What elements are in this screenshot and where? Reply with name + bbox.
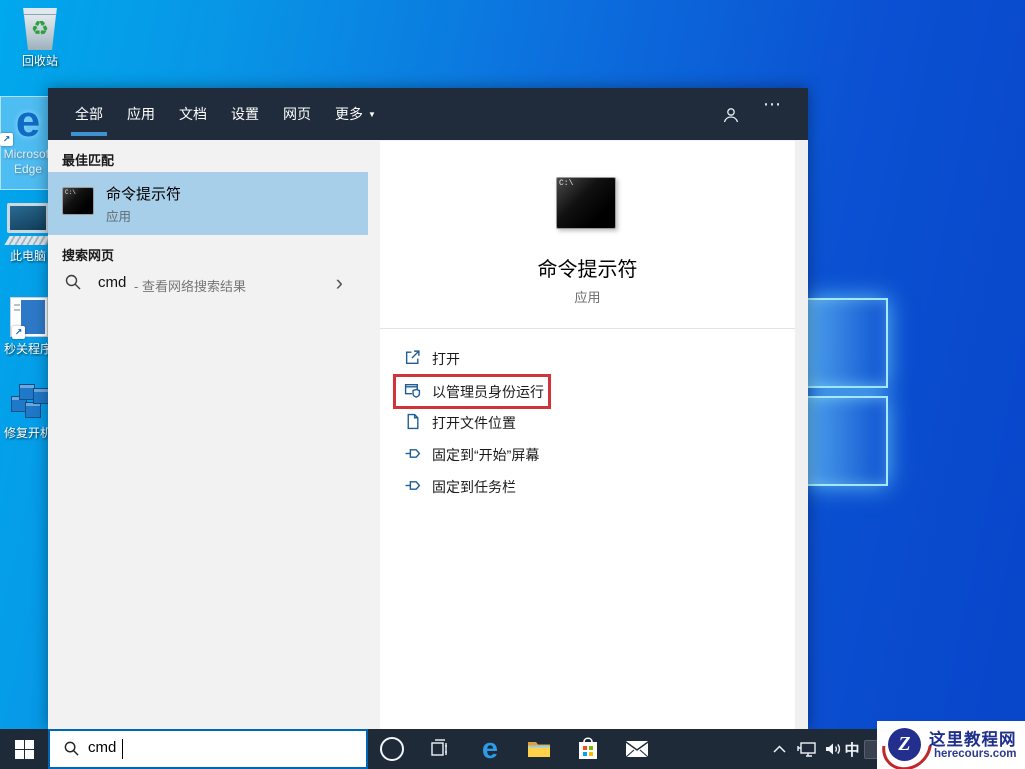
action-label: 打开文件位置 [432, 415, 516, 431]
search-icon [64, 741, 79, 756]
watermark-logo: Z [888, 728, 921, 761]
tab-label: 更多 [335, 106, 363, 122]
tab-label: 网页 [283, 106, 311, 122]
action-run-as-administrator[interactable]: 以管理员身份运行 [380, 376, 795, 406]
wallpaper-logo-pane [806, 396, 888, 486]
pc-keyboard [4, 236, 52, 245]
open-icon [405, 350, 420, 365]
cortana-button[interactable] [370, 729, 414, 769]
web-query-suffix: - 查看网络搜索结果 [134, 279, 246, 294]
cube [25, 402, 41, 418]
action-label: 打开 [432, 351, 460, 367]
result-detail-pane: C:\ 命令提示符 应用 打开 以管理员身份运行 打开文件位置 固定到“开始”屏… [380, 141, 795, 729]
action-label: 以管理员身份运行 [432, 384, 544, 400]
chevron-up-icon [772, 745, 786, 753]
desktop-icon-label: 回收站 [21, 54, 58, 68]
result-item-command-prompt[interactable]: C:\ 命令提示符 应用 [48, 172, 368, 235]
dropdown-arrow-icon: ▼ [368, 110, 376, 119]
web-query: cmd [98, 274, 127, 291]
tab-label: 全部 [75, 106, 103, 122]
web-search-item[interactable]: cmd - 查看网络搜索结果 › [48, 264, 373, 304]
action-label: 固定到任务栏 [432, 479, 516, 495]
shortcut-arrow-icon: ↗ [0, 133, 13, 146]
store-icon [579, 737, 597, 759]
tab-label: 应用 [127, 106, 155, 122]
this-pc-icon [4, 203, 52, 245]
tab-web[interactable]: 网页 [283, 88, 311, 140]
pin-icon [405, 481, 421, 490]
tray-ime-language[interactable]: 中 [840, 729, 864, 769]
cortana-icon [380, 737, 404, 761]
mail-button[interactable] [615, 729, 659, 769]
action-pin-to-start[interactable]: 固定到“开始”屏幕 [380, 439, 795, 469]
start-button[interactable] [0, 729, 48, 769]
cmd-icon: C:\ [62, 187, 94, 215]
task-view-icon [431, 739, 447, 756]
tab-label: 文档 [179, 106, 207, 122]
edge-taskbar-button[interactable]: e [468, 729, 512, 769]
network-icon [797, 741, 816, 757]
action-label: 固定到“开始”屏幕 [432, 447, 540, 463]
mail-icon [625, 741, 649, 758]
section-header-web-search: 搜索网页 [62, 248, 115, 263]
pc-screen [7, 203, 49, 233]
run-as-admin-icon [404, 383, 421, 398]
action-open-file-location[interactable]: 打开文件位置 [380, 407, 795, 437]
desktop-icon-recycle-bin[interactable]: ♻ 回收站 [10, 8, 70, 69]
text-cursor [122, 739, 123, 759]
tab-apps[interactable]: 应用 [127, 88, 155, 140]
active-tab-underline [71, 132, 107, 136]
tab-settings[interactable]: 设置 [231, 88, 259, 140]
watermark-domain: herecours.com [934, 748, 1017, 760]
tray-show-hidden-icons[interactable] [766, 729, 792, 769]
detail-title: 命令提示符 [537, 259, 638, 281]
tab-label: 设置 [231, 106, 259, 122]
windows-logo-icon [14, 739, 34, 759]
desktop: ♻ 回收站 e ↗ Microsoft Edge 此电脑 ↗ 秒关程序 修复开机… [0, 0, 1025, 769]
wallpaper-logo-pane [806, 298, 888, 388]
tab-documents[interactable]: 文档 [179, 88, 207, 140]
pin-icon [405, 449, 421, 458]
action-pin-to-taskbar[interactable]: 固定到任务栏 [380, 471, 795, 501]
wallpaper-windows-logo [806, 298, 892, 486]
app-window-line [14, 309, 20, 311]
cmd-icon-text: C:\ [559, 179, 574, 188]
shortcut-arrow-icon: ↗ [12, 326, 25, 339]
taskbar: cmd e 中 [0, 729, 1025, 769]
divider [380, 328, 795, 329]
app-window-line [14, 304, 20, 306]
section-header-best-match: 最佳匹配 [62, 153, 115, 168]
account-icon[interactable] [722, 106, 740, 124]
cmd-icon-large: C:\ [556, 177, 616, 229]
scrollbar-track[interactable] [794, 140, 808, 729]
edge-icon: e [481, 732, 499, 765]
recycle-bin-lid [23, 8, 57, 15]
recycle-symbol: ♻ [31, 18, 49, 40]
result-title: 命令提示符 [106, 186, 182, 203]
taskbar-search-box[interactable]: cmd [48, 729, 368, 769]
chevron-right-icon[interactable]: › [336, 270, 343, 296]
tray-network[interactable] [793, 729, 821, 769]
search-flyout-panel: 全部 应用 文档 设置 网页 更多 ▼ ⋯ 最佳匹配 C:\ 命令提示符 应用 [48, 88, 808, 729]
detail-subtitle: 应用 [574, 290, 601, 305]
file-explorer-button[interactable] [517, 729, 561, 769]
cubes-icon [5, 374, 51, 420]
file-location-icon [407, 413, 419, 430]
tab-all[interactable]: 全部 [71, 88, 107, 140]
more-options-icon[interactable]: ⋯ [763, 94, 782, 115]
cube [33, 388, 49, 404]
recycle-bin-icon: ♻ [23, 8, 57, 50]
store-button[interactable] [566, 729, 610, 769]
action-open[interactable]: 打开 [380, 343, 795, 373]
search-input-value: cmd [88, 739, 117, 756]
watermark-title: 这里教程网 [929, 731, 1017, 749]
search-filter-bar: 全部 应用 文档 设置 网页 更多 ▼ ⋯ [48, 88, 808, 140]
cmd-icon-text: C:\ [65, 189, 76, 196]
task-view-button[interactable] [418, 729, 462, 769]
file-explorer-icon [528, 742, 550, 757]
watermark: Z 这里教程网 herecours.com [872, 711, 1025, 769]
tab-more[interactable]: 更多 ▼ [335, 88, 376, 140]
search-icon [65, 274, 81, 290]
result-subtitle: 应用 [106, 210, 132, 224]
